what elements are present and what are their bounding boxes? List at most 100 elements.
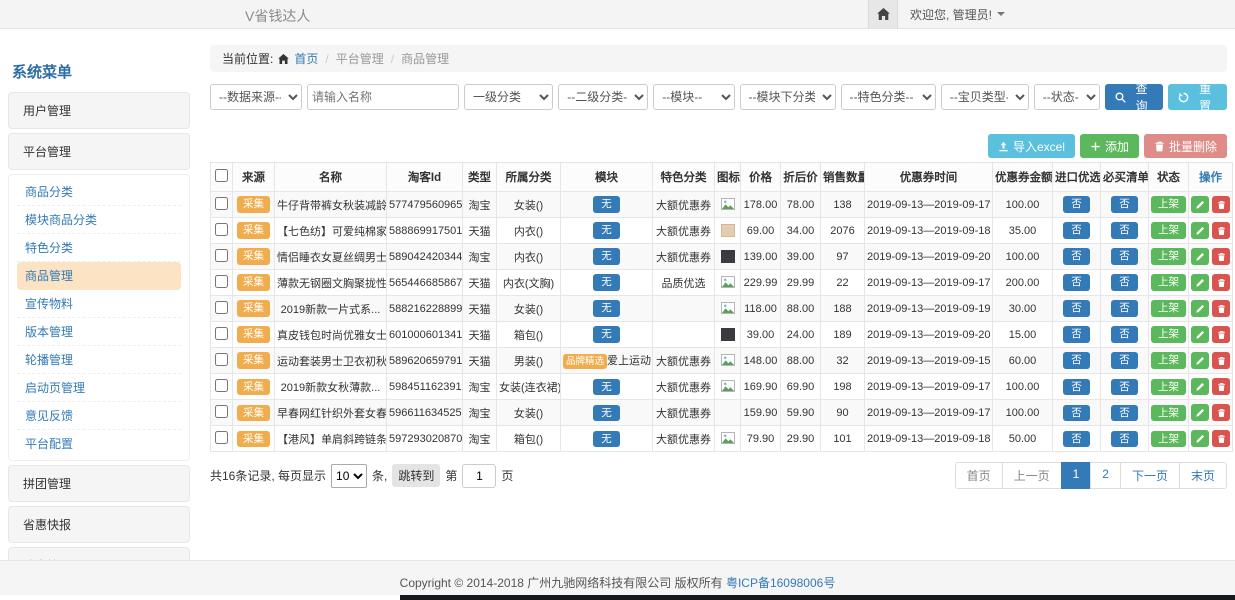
status-select[interactable]: --状态--: [1034, 84, 1100, 110]
row-checkbox[interactable]: [215, 223, 228, 236]
jump-to-button[interactable]: 跳转到: [392, 464, 440, 487]
import-select-badge[interactable]: 否: [1063, 352, 1090, 369]
page-button-1[interactable]: 1: [1061, 462, 1092, 489]
edit-button[interactable]: [1191, 196, 1209, 213]
edit-button[interactable]: [1191, 378, 1209, 395]
delete-button[interactable]: [1212, 196, 1230, 213]
feature-category-select[interactable]: --特色分类--: [841, 84, 936, 110]
status-badge[interactable]: 上架: [1151, 352, 1186, 369]
sidebar-item[interactable]: 启动页管理: [17, 374, 181, 402]
icp-link[interactable]: 粤ICP备16098006号: [726, 576, 835, 590]
row-checkbox[interactable]: [215, 379, 228, 392]
edit-button[interactable]: [1191, 300, 1209, 317]
breadcrumb-home-link[interactable]: 首页: [294, 50, 318, 67]
must-buy-badge[interactable]: 否: [1111, 352, 1138, 369]
edit-button[interactable]: [1191, 248, 1209, 265]
delete-button[interactable]: [1212, 404, 1230, 421]
delete-button[interactable]: [1212, 378, 1230, 395]
search-button[interactable]: 查询: [1105, 84, 1164, 110]
import-select-badge[interactable]: 否: [1063, 405, 1090, 422]
must-buy-badge[interactable]: 否: [1111, 222, 1138, 239]
row-checkbox[interactable]: [215, 301, 228, 314]
edit-button[interactable]: [1191, 404, 1209, 421]
import-select-badge[interactable]: 否: [1063, 300, 1090, 317]
must-buy-badge[interactable]: 否: [1111, 300, 1138, 317]
edit-button[interactable]: [1191, 222, 1209, 239]
row-checkbox[interactable]: [215, 431, 228, 444]
row-checkbox[interactable]: [215, 353, 228, 366]
status-badge[interactable]: 上架: [1151, 248, 1186, 265]
sidebar-section-header[interactable]: 拼团管理: [8, 465, 190, 502]
import-select-badge[interactable]: 否: [1063, 274, 1090, 291]
must-buy-badge[interactable]: 否: [1111, 274, 1138, 291]
delete-button[interactable]: [1212, 326, 1230, 343]
status-badge[interactable]: 上架: [1151, 379, 1186, 396]
add-button[interactable]: 添加: [1080, 134, 1139, 158]
sidebar-item[interactable]: 商品管理: [17, 262, 181, 290]
reset-button[interactable]: 重置: [1168, 84, 1227, 110]
import-select-badge[interactable]: 否: [1063, 379, 1090, 396]
must-buy-badge[interactable]: 否: [1111, 196, 1138, 213]
row-checkbox[interactable]: [215, 249, 228, 262]
edit-button[interactable]: [1191, 352, 1209, 369]
must-buy-badge[interactable]: 否: [1111, 379, 1138, 396]
import-select-badge[interactable]: 否: [1063, 431, 1090, 448]
edit-button[interactable]: [1191, 430, 1209, 447]
sidebar-item[interactable]: 平台配置: [17, 430, 181, 457]
row-checkbox[interactable]: [215, 197, 228, 210]
edit-button[interactable]: [1191, 274, 1209, 291]
home-button[interactable]: [868, 0, 898, 28]
sidebar-item[interactable]: 轮播管理: [17, 346, 181, 374]
status-badge[interactable]: 上架: [1151, 274, 1186, 291]
row-checkbox[interactable]: [215, 405, 228, 418]
page-button-2[interactable]: 2: [1090, 462, 1121, 489]
sidebar-item[interactable]: 意见反馈: [17, 402, 181, 430]
data-source-select[interactable]: --数据来源--: [210, 84, 302, 110]
status-badge[interactable]: 上架: [1151, 300, 1186, 317]
item-type-select[interactable]: --宝贝类型--: [941, 84, 1029, 110]
status-badge[interactable]: 上架: [1151, 222, 1186, 239]
per-page-select[interactable]: 10: [331, 464, 367, 488]
import-excel-button[interactable]: 导入excel: [988, 134, 1075, 158]
status-badge[interactable]: 上架: [1151, 196, 1186, 213]
edit-button[interactable]: [1191, 326, 1209, 343]
must-buy-badge[interactable]: 否: [1111, 405, 1138, 422]
user-menu[interactable]: 欢迎您, 管理员!: [910, 6, 1005, 23]
page-button-末页[interactable]: 末页: [1179, 462, 1227, 489]
delete-button[interactable]: [1212, 352, 1230, 369]
sidebar-item[interactable]: 模块商品分类: [17, 206, 181, 234]
delete-button[interactable]: [1212, 300, 1230, 317]
level1-category-select[interactable]: 一级分类: [464, 84, 553, 110]
sidebar-section-header[interactable]: 省惠快报: [8, 506, 190, 543]
import-select-badge[interactable]: 否: [1063, 248, 1090, 265]
page-button-下一页[interactable]: 下一页: [1120, 462, 1180, 489]
delete-button[interactable]: [1212, 222, 1230, 239]
sidebar-item[interactable]: 宣传物料: [17, 290, 181, 318]
page-number-input[interactable]: [462, 464, 496, 488]
import-select-badge[interactable]: 否: [1063, 222, 1090, 239]
delete-button[interactable]: [1212, 430, 1230, 447]
status-badge[interactable]: 上架: [1151, 326, 1186, 343]
sidebar-item[interactable]: 商品分类: [17, 178, 181, 206]
level2-category-select[interactable]: --二级分类--: [558, 84, 648, 110]
delete-button[interactable]: [1212, 248, 1230, 265]
import-select-badge[interactable]: 否: [1063, 326, 1090, 343]
module-select[interactable]: --模块--: [653, 84, 734, 110]
module-subcategory-select[interactable]: --模块下分类--: [740, 84, 836, 110]
sidebar-section-header[interactable]: 平台管理: [8, 133, 190, 170]
name-search-input[interactable]: [307, 84, 459, 110]
select-all-checkbox[interactable]: [215, 169, 228, 182]
row-checkbox[interactable]: [215, 275, 228, 288]
must-buy-badge[interactable]: 否: [1111, 431, 1138, 448]
status-badge[interactable]: 上架: [1151, 405, 1186, 422]
must-buy-badge[interactable]: 否: [1111, 248, 1138, 265]
sidebar-section-header[interactable]: 用户管理: [8, 92, 190, 129]
page-button-上一页[interactable]: 上一页: [1002, 462, 1062, 489]
page-button-首页[interactable]: 首页: [955, 462, 1003, 489]
row-checkbox[interactable]: [215, 327, 228, 340]
delete-button[interactable]: [1212, 274, 1230, 291]
sidebar-item[interactable]: 特色分类: [17, 234, 181, 262]
batch-delete-button[interactable]: 批量删除: [1144, 134, 1227, 158]
sidebar-item[interactable]: 版本管理: [17, 318, 181, 346]
must-buy-badge[interactable]: 否: [1111, 326, 1138, 343]
